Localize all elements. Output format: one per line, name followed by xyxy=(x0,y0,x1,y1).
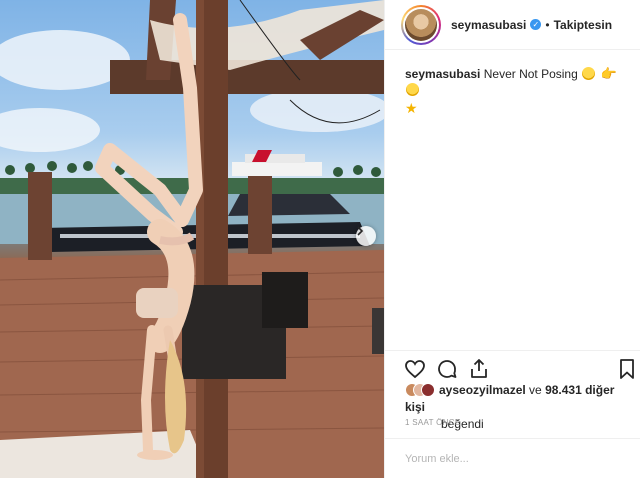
follow-status-button[interactable]: Takiptesin xyxy=(554,18,612,32)
verified-badge-icon: ✓ xyxy=(530,19,542,30)
post-caption: seymasubasi Never Not Posing 👉 ★ xyxy=(405,66,627,116)
next-photo-button[interactable] xyxy=(356,226,376,246)
likes-connector: ve xyxy=(525,383,546,397)
comment-input[interactable] xyxy=(405,452,605,465)
first-liker-link[interactable]: ayseozyilmazel xyxy=(439,383,526,397)
caption-text: Never Not Posing xyxy=(483,67,578,81)
grinning-face-icon xyxy=(406,83,419,96)
caption-username[interactable]: seymasubasi xyxy=(405,67,480,81)
comment-box xyxy=(385,438,640,478)
comment-bubble-icon[interactable] xyxy=(435,357,459,381)
bookmark-icon[interactable] xyxy=(615,357,639,381)
post-photo[interactable] xyxy=(0,0,384,478)
heart-icon[interactable] xyxy=(403,357,427,381)
post-actions xyxy=(385,350,640,384)
liker-avatars xyxy=(405,382,435,399)
post-timestamp[interactable]: 1 SAAT ÖNCE xyxy=(405,418,460,427)
post-side-panel: seymasubasi ✓ • Takiptesin seymasubasi N… xyxy=(384,0,640,478)
share-icon[interactable] xyxy=(467,357,491,381)
grinning-face-icon xyxy=(582,67,596,80)
pointing-hand-icon: 👉 xyxy=(600,66,617,81)
avatar xyxy=(405,8,437,41)
star-icon: ★ xyxy=(405,100,418,116)
avatar xyxy=(421,383,435,397)
post-header: seymasubasi ✓ • Takiptesin xyxy=(385,0,640,50)
photo-scene xyxy=(0,0,384,478)
story-ring[interactable] xyxy=(401,4,441,45)
username-link[interactable]: seymasubasi xyxy=(451,18,526,32)
chevron-right-icon xyxy=(357,226,364,236)
separator-dot: • xyxy=(545,17,550,32)
